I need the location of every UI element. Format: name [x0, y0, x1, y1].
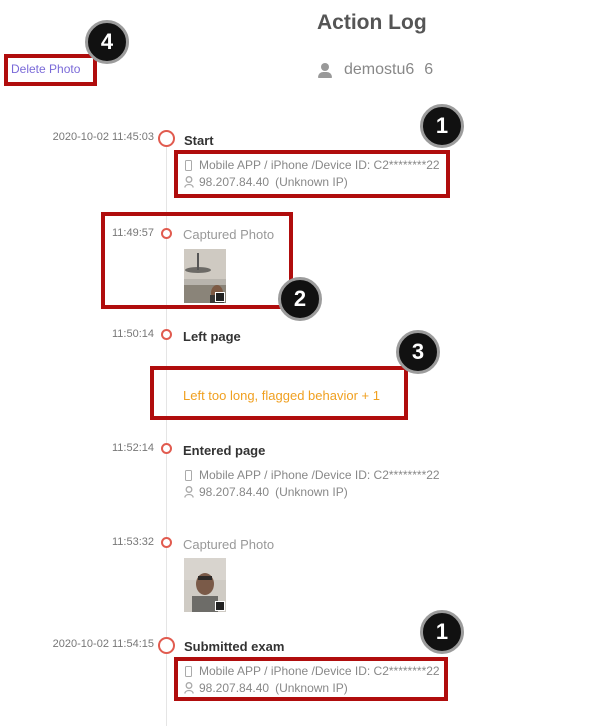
timeline-dot	[161, 443, 172, 454]
ip-info: 98.207.84.40 (Unknown IP)	[184, 485, 348, 499]
ip-note: (Unknown IP)	[275, 485, 348, 499]
event-time: 11:52:14	[111, 442, 154, 454]
event-title: Left page	[183, 329, 241, 344]
event-title: Submitted exam	[184, 639, 285, 654]
user-location-icon	[184, 486, 197, 498]
page-title: Action Log	[317, 11, 427, 34]
device-info: Mobile APP / iPhone /Device ID: C2******…	[185, 468, 440, 482]
annotation-box-device-info	[174, 150, 450, 198]
ip-address: 98.207.84.40	[199, 485, 270, 499]
event-title: Entered page	[183, 443, 266, 458]
event-title: Start	[184, 133, 214, 148]
expand-icon[interactable]	[215, 601, 225, 611]
event-time: 11:53:32	[111, 536, 154, 548]
event-time: 11:50:14	[111, 328, 154, 340]
user-count: 6	[424, 61, 434, 78]
annotation-box-flagged-behavior	[150, 366, 408, 420]
timeline-dot	[158, 130, 175, 147]
device-text: Mobile APP / iPhone /Device ID: C2******…	[199, 468, 440, 482]
mobile-phone-icon	[185, 469, 192, 481]
event-time: 2020-10-02 11:45:03	[52, 131, 154, 143]
annotation-badge: 1	[420, 104, 464, 148]
annotation-box-device-info	[174, 657, 448, 701]
timeline-dot	[158, 637, 175, 654]
user-info: demostu6 6	[318, 60, 433, 80]
user-icon	[318, 62, 332, 78]
username: demostu6	[344, 61, 415, 78]
event-title: Captured Photo	[183, 537, 275, 552]
annotation-box-delete-photo	[4, 54, 97, 86]
captured-photo-thumbnail[interactable]	[184, 558, 226, 612]
annotation-badge: 1	[420, 610, 464, 654]
annotation-box-captured-photo	[101, 212, 293, 309]
event-time: 2020-10-02 11:54:15	[52, 638, 154, 650]
timeline-dot	[161, 537, 172, 548]
annotation-badge: 2	[278, 277, 322, 321]
annotation-badge: 3	[396, 330, 440, 374]
annotation-badge: 4	[85, 20, 129, 64]
timeline-dot	[161, 329, 172, 340]
